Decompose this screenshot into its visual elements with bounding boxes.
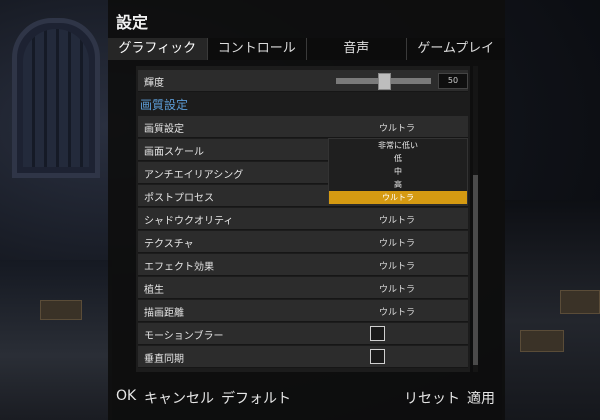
dropdown-option[interactable]: 中 (329, 165, 467, 178)
setting-label: ポストプロセス (144, 193, 214, 204)
setting-row-texture[interactable]: テクスチャ ウルトラ (138, 231, 468, 253)
setting-label: アンチエイリアシング (144, 170, 244, 181)
setting-label: 垂直同期 (144, 354, 184, 365)
setting-label: テクスチャ (144, 239, 194, 250)
apply-button[interactable]: 適用 (467, 388, 495, 408)
settings-list: 輝度 50 画質設定 画質設定 ウルトラ 画面スケール アンチエイリアシング ポ… (136, 66, 470, 372)
setting-label: 画質設定 (144, 124, 184, 135)
setting-row-view-distance[interactable]: 描画距離 ウルトラ (138, 300, 468, 322)
setting-row-vsync[interactable]: 垂直同期 (138, 346, 468, 368)
setting-row-foliage[interactable]: 植生 ウルトラ (138, 277, 468, 299)
dropdown-option[interactable]: 低 (329, 152, 467, 165)
page-title: 設定 (116, 13, 149, 32)
setting-row-motion-blur[interactable]: モーションブラー (138, 323, 468, 345)
brightness-slider-handle[interactable] (378, 73, 391, 90)
cancel-button[interactable]: キャンセル (144, 388, 214, 408)
brightness-row: 輝度 50 (138, 70, 468, 92)
setting-label: シャドウクオリティ (144, 216, 234, 227)
scrollbar-thumb[interactable] (473, 175, 478, 365)
tab-bar: グラフィック コントロール 音声 ゲームプレイ (108, 38, 505, 60)
setting-row-effects[interactable]: エフェクト効果 ウルトラ (138, 254, 468, 276)
setting-value[interactable]: ウルトラ (333, 236, 461, 249)
default-button[interactable]: デフォルト (221, 388, 291, 408)
brightness-label: 輝度 (144, 78, 164, 89)
background-floor-left (0, 260, 112, 420)
setting-value[interactable]: ウルトラ (333, 213, 461, 226)
vsync-checkbox[interactable] (370, 349, 385, 364)
ok-button[interactable]: OK (116, 388, 136, 404)
background-crate (520, 330, 564, 352)
setting-label: エフェクト効果 (144, 262, 214, 273)
setting-label: 画面スケール (144, 147, 204, 158)
background-door (12, 18, 100, 178)
setting-value[interactable]: ウルトラ (333, 259, 461, 272)
setting-value[interactable]: ウルトラ (333, 121, 461, 134)
setting-row-shadow[interactable]: シャドウクオリティ ウルトラ (138, 208, 468, 230)
dropdown-option[interactable]: 高 (329, 178, 467, 191)
reset-button[interactable]: リセット (404, 388, 460, 408)
section-title: 画質設定 (140, 98, 189, 112)
setting-label: モーションブラー (144, 331, 224, 342)
quality-dropdown-menu: 非常に低い 低 中 高 ウルトラ (328, 138, 468, 204)
setting-label: 植生 (144, 285, 164, 296)
motion-blur-checkbox[interactable] (370, 326, 385, 341)
setting-value[interactable]: ウルトラ (333, 282, 461, 295)
tab-graphics[interactable]: グラフィック (108, 38, 207, 60)
background-crate (40, 300, 82, 320)
tab-audio[interactable]: 音声 (306, 38, 406, 60)
setting-label: 描画距離 (144, 308, 184, 319)
dropdown-option-selected[interactable]: ウルトラ (329, 191, 467, 204)
footer-bar: OK キャンセル デフォルト リセット 適用 (108, 380, 505, 410)
background-crate (560, 290, 600, 314)
setting-value[interactable]: ウルトラ (333, 305, 461, 318)
brightness-value[interactable]: 50 (438, 73, 468, 89)
tab-gameplay[interactable]: ゲームプレイ (405, 38, 505, 60)
settings-panel: 設定 グラフィック コントロール 音声 ゲームプレイ 輝度 50 画質設定 画質… (108, 0, 505, 420)
tab-controls[interactable]: コントロール (206, 38, 306, 60)
setting-row-quality[interactable]: 画質設定 ウルトラ (138, 116, 468, 138)
dropdown-option[interactable]: 非常に低い (329, 139, 467, 152)
